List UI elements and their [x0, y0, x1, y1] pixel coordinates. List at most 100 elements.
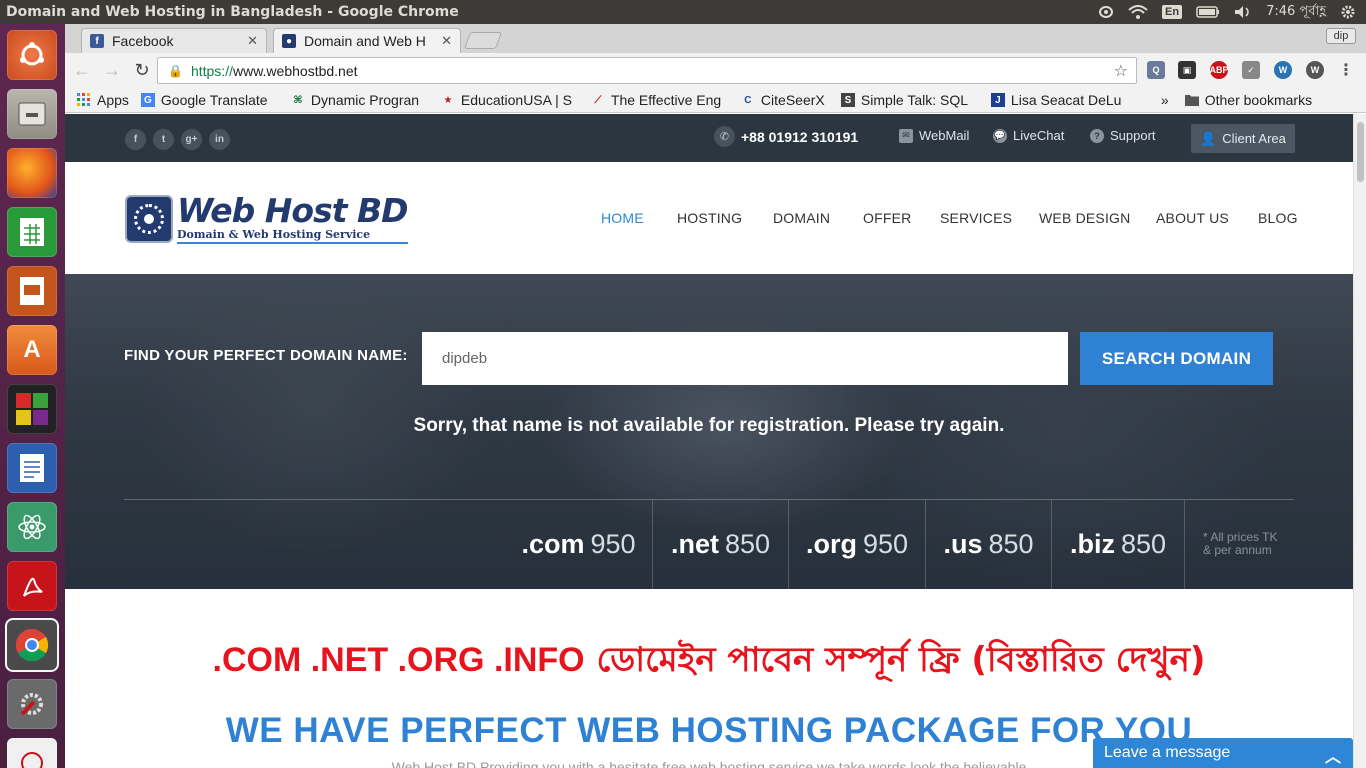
ubuntu-dash-icon[interactable] — [7, 30, 57, 80]
chevron-up-icon[interactable]: ︿ — [1325, 743, 1341, 767]
logo-tagline: Domain & Web Hosting Service — [177, 228, 408, 244]
bookmark-apps[interactable]: Apps — [77, 92, 129, 108]
wordpress-icon[interactable]: W — [1306, 61, 1324, 79]
close-icon[interactable]: ✕ — [441, 33, 452, 49]
facebook-icon[interactable]: f — [125, 129, 146, 150]
nav-offer[interactable]: OFFER — [863, 210, 911, 226]
workspace-switcher-icon[interactable] — [7, 384, 57, 434]
bookmark-effective-engineer[interactable]: ⟋ The Effective Eng — [591, 92, 729, 108]
price-note-line: & per annum — [1203, 543, 1272, 557]
new-tab-button[interactable] — [463, 32, 503, 49]
support-link[interactable]: ? Support — [1090, 128, 1156, 143]
system-settings-icon[interactable] — [7, 679, 57, 729]
bookmark-simple-talk[interactable]: S Simple Talk: SQL — [840, 92, 979, 108]
wifi-icon[interactable] — [1128, 5, 1148, 19]
unity-launcher: A — [0, 24, 65, 768]
other-bookmarks[interactable]: Other bookmarks — [1184, 92, 1312, 108]
chat-widget-label: Leave a message — [1104, 744, 1231, 761]
firefox-icon[interactable] — [7, 148, 57, 198]
back-icon[interactable]: ← — [69, 58, 95, 84]
menu-icon[interactable]: ⋮ — [1337, 61, 1355, 79]
nav-blog[interactable]: BLOG — [1258, 210, 1298, 226]
browser-toolbar: ← → ↻ 🔒 https:// www.webhostbd.net ☆ Q ▣… — [65, 53, 1366, 88]
bookmarks-bar: Apps G Google Translate ⌘ Dynamic Progra… — [65, 88, 1366, 113]
atom-icon[interactable] — [7, 502, 57, 552]
nav-home[interactable]: HOME — [601, 210, 644, 226]
wordpress-icon[interactable]: W — [1274, 61, 1292, 79]
nav-hosting[interactable]: HOSTING — [677, 210, 742, 226]
keyboard-layout-indicator[interactable]: En — [1162, 5, 1183, 19]
libreoffice-impress-icon[interactable] — [7, 266, 57, 316]
site-logo[interactable]: Web Host BD Domain & Web Hosting Service — [125, 194, 409, 244]
nav-services[interactable]: SERVICES — [940, 210, 1012, 226]
leave-message-chat-widget[interactable]: Leave a message ︿ — [1093, 738, 1353, 768]
webmail-link[interactable]: ✉ WebMail — [899, 128, 969, 143]
scrollbar-thumb[interactable] — [1357, 122, 1364, 182]
chat-icon: 💬 — [993, 128, 1007, 143]
profile-button[interactable]: dip — [1326, 28, 1356, 44]
volume-icon[interactable] — [1234, 5, 1252, 19]
logo-emblem-icon — [125, 195, 173, 243]
extension-check-icon[interactable]: ✓ — [1242, 61, 1260, 79]
bookmark-google-translate[interactable]: G Google Translate — [140, 92, 279, 108]
tld-price: 850 — [1120, 529, 1167, 559]
phone-text: +88 01912 310191 — [741, 128, 859, 145]
livechat-label: LiveChat — [1013, 128, 1065, 143]
phone-number[interactable]: ✆ +88 01912 310191 — [714, 126, 858, 147]
sync-icon[interactable] — [1098, 6, 1114, 18]
bookmark-citeseerx[interactable]: C CiteSeerX — [741, 92, 829, 108]
bookmark-dynamic-programming[interactable]: ⌘ Dynamic Progran — [291, 92, 429, 108]
search-domain-button[interactable]: SEARCH DOMAIN — [1080, 332, 1273, 385]
question-icon: ? — [1090, 128, 1104, 143]
tab-webhostbd[interactable]: ● Domain and Web H ✕ — [273, 28, 461, 53]
facebook-icon: f — [90, 34, 104, 48]
address-bar[interactable]: 🔒 https:// www.webhostbd.net ☆ — [157, 57, 1137, 84]
gear-icon[interactable] — [1340, 4, 1356, 20]
battery-icon[interactable] — [1196, 6, 1220, 18]
free-domain-promo[interactable]: .COM .NET .ORG .INFO ডোমেইন পাবেন সম্পূর… — [65, 634, 1353, 691]
tld-name: .us — [943, 529, 983, 559]
tld-price-list: .com 950 .net 850 .org 950 .us 850 .biz … — [505, 500, 1185, 589]
bookmark-label: Lisa Seacat DeLu — [1010, 92, 1122, 108]
pdf-reader-icon[interactable] — [7, 561, 57, 611]
webmail-label: WebMail — [919, 128, 970, 143]
twitter-icon[interactable]: t — [153, 129, 174, 150]
software-center-icon[interactable]: A — [7, 325, 57, 375]
user-icon: 👤 — [1200, 130, 1217, 146]
livechat-link[interactable]: 💬 LiveChat — [993, 128, 1064, 143]
forward-icon[interactable]: → — [99, 58, 125, 84]
close-icon[interactable]: ✕ — [247, 33, 258, 49]
reload-icon[interactable]: ↻ — [129, 58, 155, 84]
nav-about-us[interactable]: ABOUT US — [1156, 210, 1229, 226]
nav-domain[interactable]: DOMAIN — [773, 210, 830, 226]
client-area-button[interactable]: 👤 Client Area — [1191, 124, 1295, 153]
tld-price: 950 — [590, 529, 636, 559]
libreoffice-calc-icon[interactable] — [7, 207, 57, 257]
domain-search-input[interactable] — [422, 332, 1068, 385]
support-label: Support — [1110, 128, 1156, 143]
clock[interactable]: 7:46 পূর্বাহ্ণ — [1266, 2, 1326, 23]
chrome-icon[interactable] — [7, 620, 57, 670]
domain-search-label: FIND YOUR PERFECT DOMAIN NAME: — [124, 347, 408, 364]
adblock-plus-icon[interactable]: ABP — [1210, 61, 1229, 79]
tab-strip: f Facebook ✕ ● Domain and Web H ✕ dip — [65, 24, 1366, 53]
tab-facebook[interactable]: f Facebook ✕ — [81, 28, 267, 53]
url-host: www.webhostbd.net — [232, 62, 358, 79]
extension-icon[interactable]: ▣ — [1178, 61, 1196, 79]
simple-talk-icon: S — [840, 93, 855, 107]
linkedin-icon[interactable]: in — [209, 129, 230, 150]
extension-search-icon[interactable]: Q — [1147, 61, 1165, 79]
bookmark-lisa-seacat[interactable]: J Lisa Seacat DeLu — [990, 92, 1129, 108]
google-plus-icon[interactable]: g+ — [181, 129, 202, 150]
bookmarks-overflow-button[interactable]: » — [1161, 92, 1169, 108]
page-scrollbar[interactable] — [1353, 114, 1366, 768]
bookmark-educationusa[interactable]: ★ EducationUSA | S — [441, 92, 579, 108]
nav-web-design[interactable]: WEB DESIGN — [1039, 210, 1130, 226]
app-icon[interactable] — [7, 738, 57, 768]
promo-tlds: .COM .NET .ORG .INFO — [212, 641, 585, 679]
tld-price-com: .com 950 — [505, 500, 653, 589]
bookmark-star-icon[interactable]: ☆ — [1114, 61, 1128, 81]
libreoffice-writer-icon[interactable] — [7, 443, 57, 493]
files-icon[interactable] — [7, 89, 57, 139]
window-title: Domain and Web Hosting in Bangladesh - G… — [6, 4, 459, 20]
